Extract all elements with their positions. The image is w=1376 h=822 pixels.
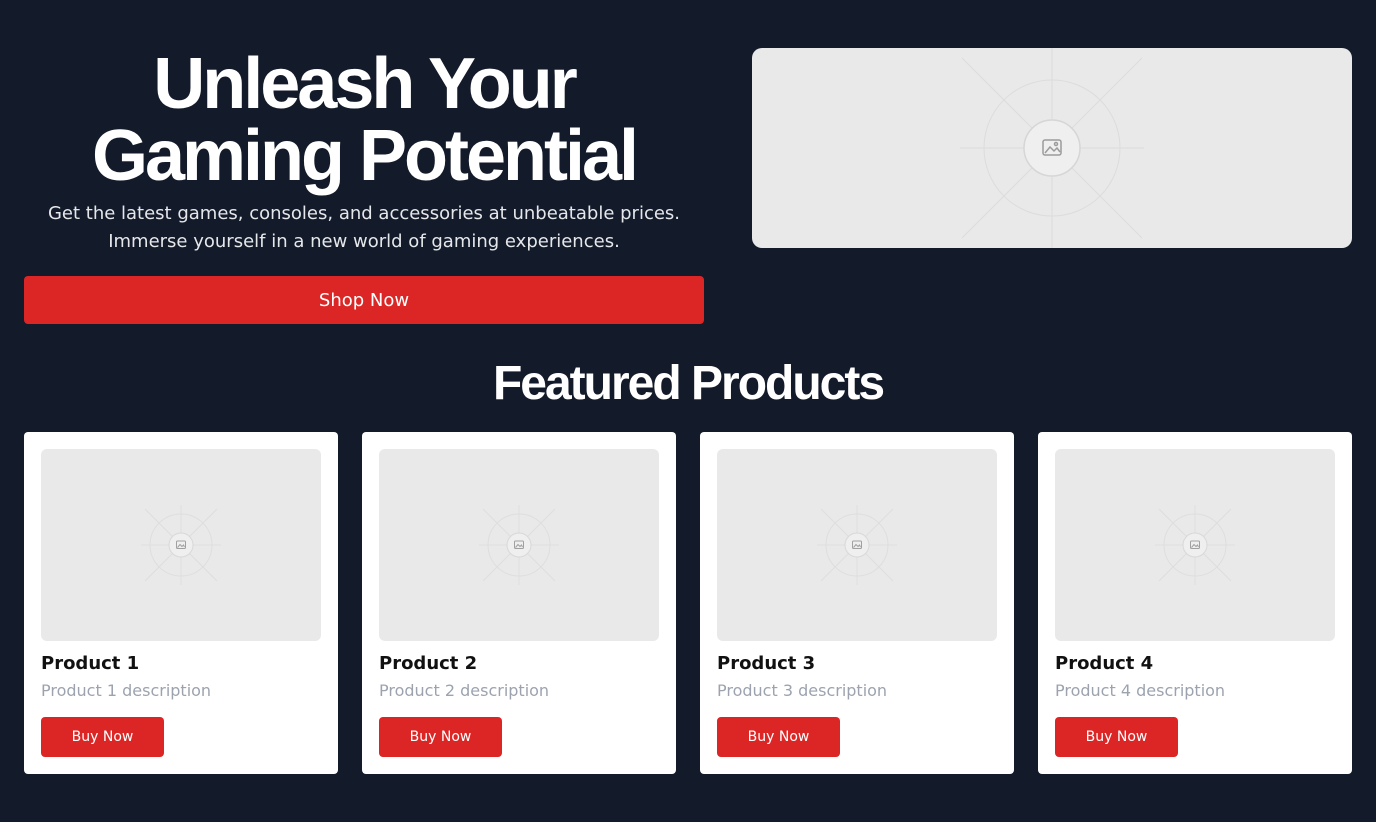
- image-placeholder-icon: [141, 505, 221, 585]
- hero-section: Unleash Your Gaming Potential Get the la…: [24, 48, 704, 324]
- hero-subtitle-line-2: Immerse yourself in a new world of gamin…: [108, 231, 620, 252]
- product-image: [379, 449, 659, 641]
- buy-now-button[interactable]: Buy Now: [717, 717, 840, 757]
- hero-image: [752, 48, 1352, 248]
- hero-subtitle: Get the latest games, consoles, and acce…: [24, 200, 704, 256]
- product-description: Product 2 description: [379, 681, 550, 700]
- buy-now-button[interactable]: Buy Now: [41, 717, 164, 757]
- hero-subtitle-line-1: Get the latest games, consoles, and acce…: [47, 203, 681, 224]
- buy-now-button[interactable]: Buy Now: [1055, 717, 1178, 757]
- product-description: Product 3 description: [717, 681, 888, 700]
- product-image: [41, 449, 321, 641]
- hero-title: Unleash Your Gaming Potential: [24, 48, 704, 192]
- product-name: Product 2: [379, 653, 478, 674]
- product-card: Product 1 Product 1 description Buy Now: [24, 432, 338, 774]
- image-placeholder-icon: [1155, 505, 1235, 585]
- product-card: Product 3 Product 3 description Buy Now: [700, 432, 1014, 774]
- product-image: [1055, 449, 1335, 641]
- image-placeholder-icon: [817, 505, 897, 585]
- product-description: Product 4 description: [1055, 681, 1226, 700]
- product-card: Product 4 Product 4 description Buy Now: [1038, 432, 1352, 774]
- hero-title-line-2: Gaming Potential: [91, 116, 639, 196]
- product-grid: Product 1 Product 1 description Buy Now: [24, 432, 1352, 774]
- image-placeholder-icon: [479, 505, 559, 585]
- shop-now-button[interactable]: Shop Now: [24, 276, 704, 324]
- product-name: Product 4: [1055, 653, 1154, 674]
- product-image: [717, 449, 997, 641]
- product-name: Product 3: [717, 653, 816, 674]
- hero-title-line-1: Unleash Your: [153, 44, 577, 124]
- buy-now-button[interactable]: Buy Now: [379, 717, 502, 757]
- image-placeholder-icon: [960, 48, 1144, 248]
- product-name: Product 1: [41, 653, 140, 674]
- featured-products-title: Featured Products: [492, 357, 885, 410]
- product-card: Product 2 Product 2 description Buy Now: [362, 432, 676, 774]
- product-description: Product 1 description: [41, 681, 212, 700]
- page: Unleash Your Gaming Potential Get the la…: [0, 0, 1376, 822]
